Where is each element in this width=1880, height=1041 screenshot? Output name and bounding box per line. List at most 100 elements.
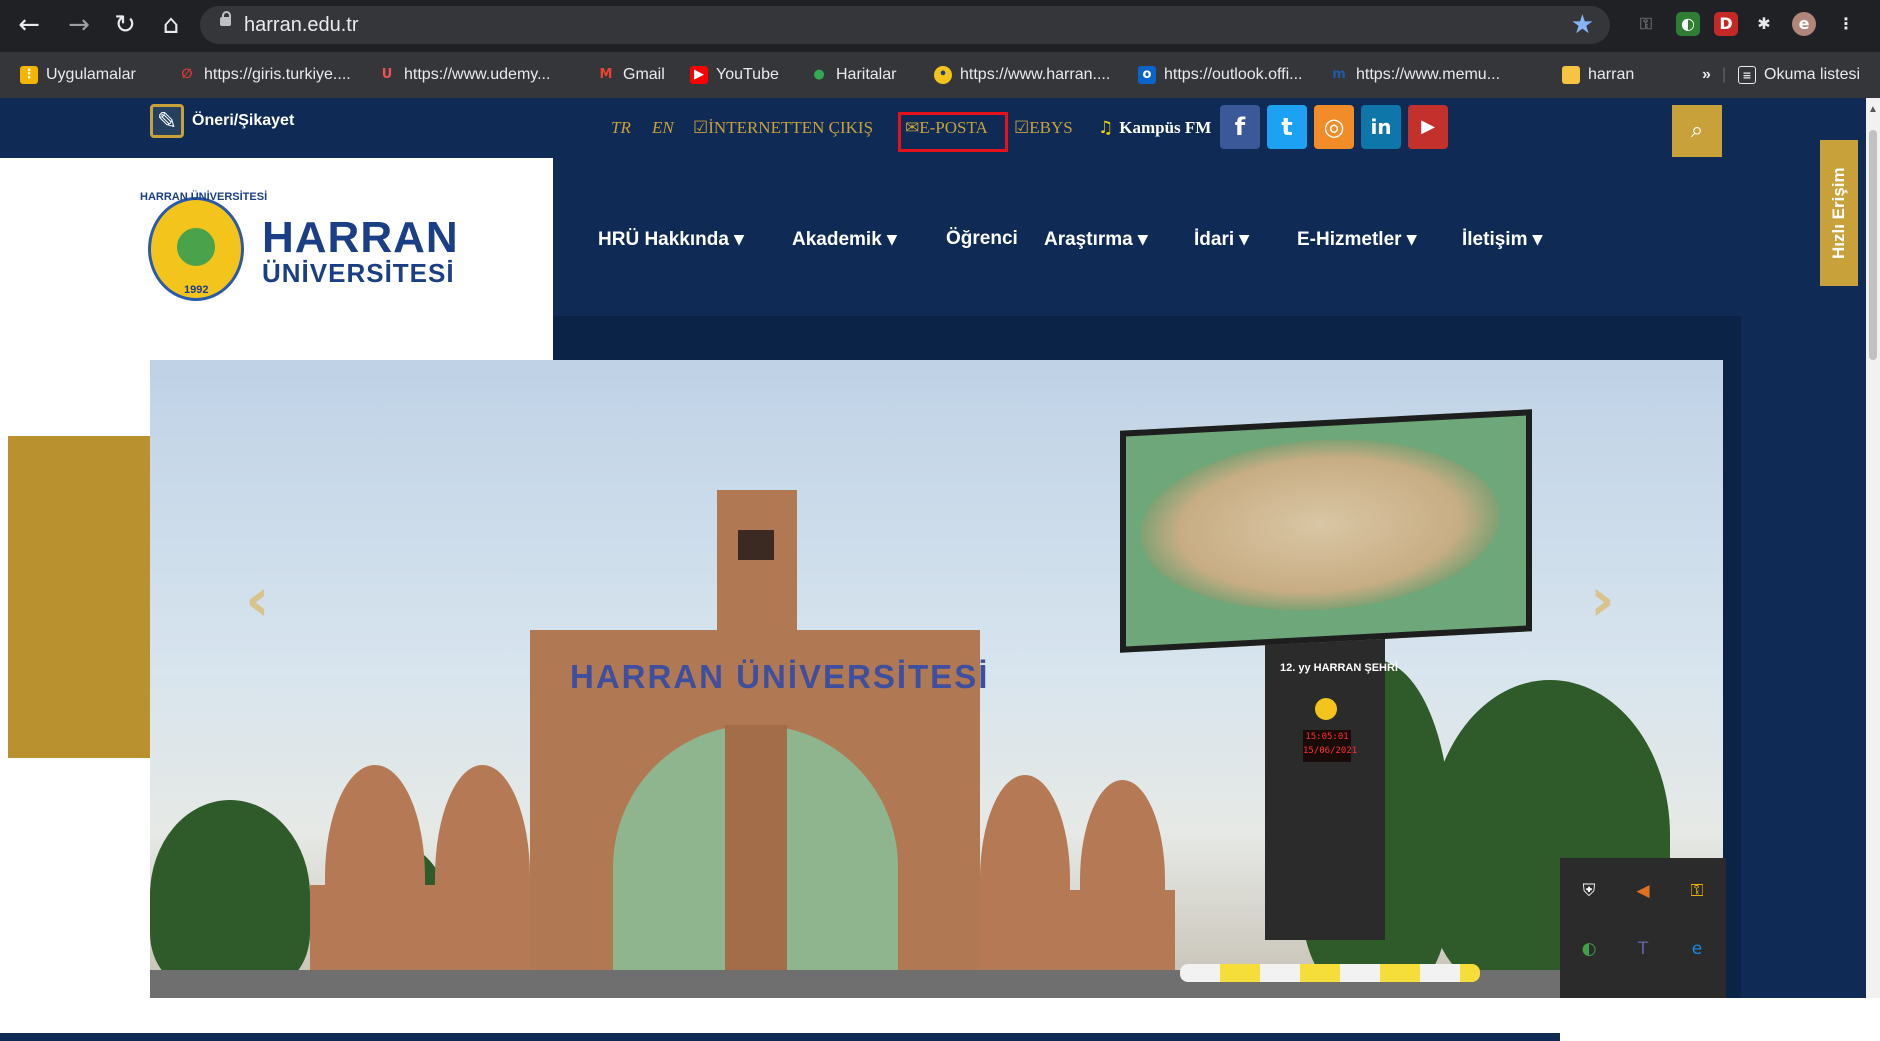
bookmark-star-icon[interactable]: ★ <box>1571 10 1594 40</box>
maps-icon: ● <box>813 67 825 82</box>
gate-pillar <box>725 725 787 980</box>
internet-exit-label: İNTERNETTEN ÇIKIŞ <box>708 118 874 137</box>
gmail-icon: M <box>599 67 613 82</box>
edit-icon: ☑ <box>1014 118 1030 137</box>
bookmark-label: Haritalar <box>836 66 897 83</box>
tree <box>150 800 310 990</box>
speaker-icon[interactable]: ◀ <box>1632 880 1654 902</box>
chevron-down-icon: ▾ <box>1532 229 1543 250</box>
edit-icon: ☑ <box>693 118 709 137</box>
nav-arastirma[interactable]: Araştırma ▾ <box>1044 228 1148 251</box>
vpn-lock-icon[interactable]: ⚿ <box>1686 880 1708 902</box>
reload-icon[interactable]: ↻ <box>108 8 142 42</box>
nav-e-hizmetler[interactable]: E-Hizmetler ▾ <box>1297 228 1416 251</box>
logo-subtitle[interactable]: ÜNİVERSİTESİ <box>262 258 455 289</box>
extensions-puzzle-icon[interactable]: ✱ <box>1752 12 1776 36</box>
pencil-icon: ✎ <box>150 104 184 138</box>
seal-year: 1992 <box>184 284 209 296</box>
defender-shield-icon[interactable]: ⛨ <box>1578 880 1600 902</box>
ebys-link[interactable]: ☑EBYS <box>1014 118 1073 138</box>
nav-shadow-band <box>553 316 1741 360</box>
bookmark-outlook[interactable]: o https://outlook.offi... <box>1138 63 1302 87</box>
led-date: 15/06/2021 <box>1303 746 1358 756</box>
slider-next-arrow[interactable]: › <box>1590 565 1615 635</box>
reading-list-icon: ≡ <box>1738 66 1756 84</box>
apps-grid-icon: ⋮ <box>20 66 38 84</box>
billboard-caption: 12. yy HARRAN ŞEHRİ <box>1280 662 1398 674</box>
bookmark-label: Uygulamalar <box>46 66 136 83</box>
bookmark-edevlet[interactable]: ∅ https://giris.turkiye.... <box>178 63 351 87</box>
striped-curb <box>1180 964 1480 982</box>
nav-ogrenci[interactable]: Öğrenci <box>946 228 1018 250</box>
chevron-down-icon: ▾ <box>1138 229 1148 250</box>
bookmark-uygulamalar[interactable]: ⋮ Uygulamalar <box>20 63 136 87</box>
back-icon[interactable]: ← <box>12 8 46 42</box>
nav-label: Akademik <box>792 229 882 250</box>
profile-avatar[interactable]: e <box>1792 12 1816 36</box>
nav-hru-hakkinda[interactable]: HRÜ Hakkında ▾ <box>598 228 744 251</box>
bookmark-haritalar[interactable]: ● Haritalar <box>810 63 896 87</box>
extension-green-icon[interactable]: ◐ <box>1676 12 1700 36</box>
browser-toolbar: ← → ↻ ⌂ harran.edu.tr ★ ⚿ ◐ D ✱ e ⋮ <box>0 0 1880 52</box>
led-clock: 15:05:01 15/06/2021 <box>1303 730 1358 762</box>
nav-idari[interactable]: İdari ▾ <box>1194 228 1249 251</box>
logo-title[interactable]: HARRAN <box>262 213 459 263</box>
suggestion-label: Öneri/Şikayet <box>192 112 295 129</box>
teams-icon[interactable]: T <box>1632 938 1654 960</box>
scrollbar-thumb[interactable] <box>1869 130 1877 360</box>
nav-iletisim[interactable]: İletişim ▾ <box>1462 228 1542 251</box>
lang-en-link[interactable]: EN <box>652 118 674 138</box>
nav-akademik[interactable]: Akademik ▾ <box>792 228 897 251</box>
bookmark-gmail[interactable]: M Gmail <box>597 63 665 87</box>
twitter-icon[interactable]: t <box>1267 105 1307 149</box>
reading-list-button[interactable]: ≡ Okuma listesi <box>1738 63 1860 87</box>
extension-tray-icon[interactable]: ◐ <box>1578 938 1600 960</box>
nav-label: HRÜ Hakkında <box>598 229 729 250</box>
beehive-dome <box>435 765 530 905</box>
bookmark-harran[interactable]: • https://www.harran.... <box>934 63 1110 87</box>
bookmark-memurlar[interactable]: m https://www.memu... <box>1330 63 1500 87</box>
page-bottom-band <box>0 1033 1560 1041</box>
edevlet-icon: ∅ <box>181 67 193 82</box>
address-bar[interactable]: harran.edu.tr ★ <box>200 6 1610 44</box>
facebook-icon[interactable]: f <box>1220 105 1260 149</box>
chrome-menu-icon[interactable]: ⋮ <box>1834 12 1858 36</box>
bookmark-udemy[interactable]: U https://www.udemy... <box>378 63 551 87</box>
lang-tr-link[interactable]: TR <box>611 118 631 138</box>
slider-prev-arrow[interactable]: ‹ <box>245 565 270 635</box>
folder-icon <box>1562 66 1580 84</box>
instagram-icon[interactable]: ◎ <box>1314 105 1354 149</box>
youtube-social-icon[interactable]: ▶ <box>1408 105 1448 149</box>
tower-window <box>738 530 774 560</box>
scroll-up-icon[interactable]: ▲ <box>1866 104 1880 115</box>
reading-list-label: Okuma listesi <box>1764 66 1861 83</box>
suggestion-link[interactable]: ✎ Öneri/Şikayet <box>150 104 294 138</box>
gate-inscription: HARRAN ÜNİVERSİTESİ <box>570 658 990 695</box>
youtube-icon: ▶ <box>690 66 708 84</box>
bookmark-youtube[interactable]: ▶ YouTube <box>690 63 779 87</box>
lock-icon <box>220 11 231 26</box>
kampus-fm-link[interactable]: ♫ Kampüs FM <box>1098 118 1211 138</box>
led-time: 15:05:01 <box>1305 732 1349 742</box>
quick-access-tab[interactable]: Hızlı Erişim <box>1820 140 1858 286</box>
bookmark-label: https://www.udemy... <box>404 66 551 83</box>
harran-favicon-icon: • <box>934 66 952 84</box>
nav-label: İletişim <box>1462 229 1528 250</box>
nav-label: İdari <box>1194 229 1235 250</box>
nav-label: E-Hizmetler <box>1297 229 1402 250</box>
site-search-button[interactable]: ⌕ <box>1672 105 1722 157</box>
bookmark-label: harran <box>1588 66 1635 83</box>
linkedin-icon[interactable]: in <box>1361 105 1401 149</box>
home-icon[interactable]: ⌂ <box>154 8 188 42</box>
internet-exit-link[interactable]: ☑İNTERNETTEN ÇIKIŞ <box>693 118 873 138</box>
forward-icon[interactable]: → <box>62 8 96 42</box>
hero-slider-image[interactable]: HARRAN ÜNİVERSİTESİ 12. yy HARRAN ŞEHRİ … <box>150 360 1723 1033</box>
bookmarks-overflow-button[interactable]: » <box>1702 63 1711 87</box>
browser-tray-icon[interactable]: e <box>1686 938 1708 960</box>
key-icon[interactable]: ⚿ <box>1634 12 1658 36</box>
bookmark-label: https://giris.turkiye.... <box>204 66 351 83</box>
extension-red-icon[interactable]: D <box>1714 12 1738 36</box>
outlook-icon: o <box>1138 66 1156 84</box>
chevron-down-icon: ▾ <box>1239 229 1249 250</box>
bookmark-folder-harran[interactable]: harran <box>1562 63 1634 87</box>
